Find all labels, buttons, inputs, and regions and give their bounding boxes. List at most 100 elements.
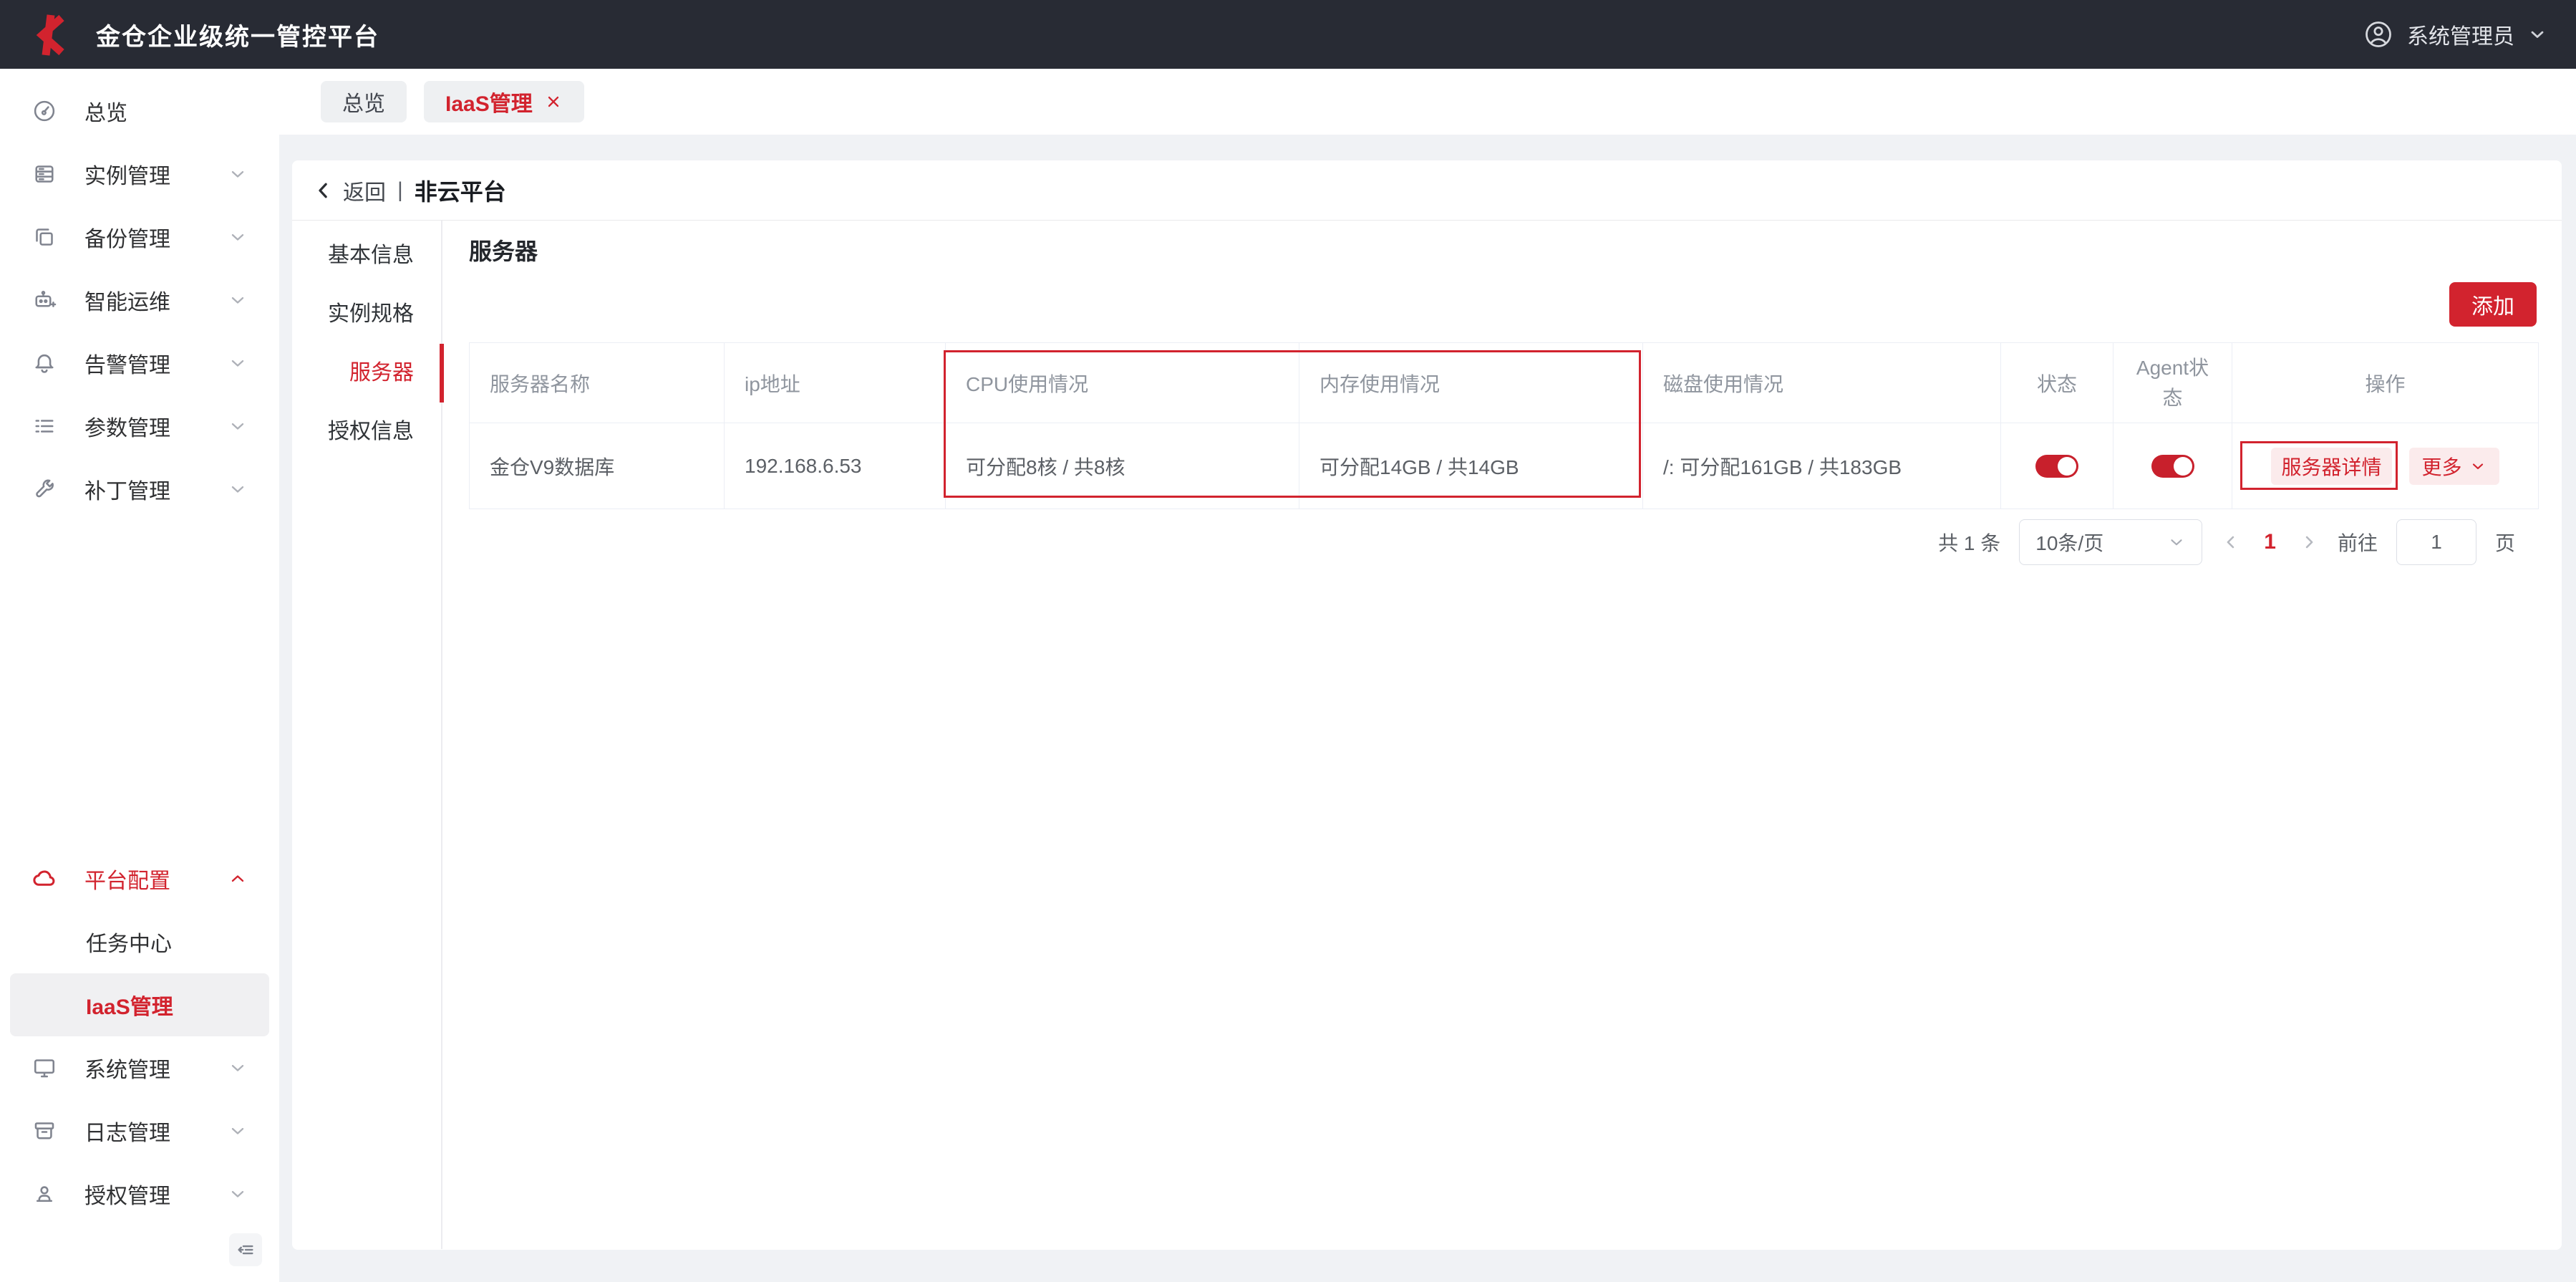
col-ip: ip地址 (725, 343, 946, 423)
table-row: 金仓V9数据库 192.168.6.53 可分配8核 / 共8核 可分配14GB… (470, 423, 2539, 509)
user-menu[interactable]: 系统管理员 (2363, 19, 2547, 50)
server-table: 服务器名称 ip地址 CPU使用情况 内存使用情况 磁盘使用情况 状态 Agen… (469, 342, 2539, 509)
chevron-left-icon (313, 180, 334, 201)
sidebar-item-smart-ops[interactable]: 智能运维 (0, 269, 279, 332)
sidebar-item-overview[interactable]: 总览 (0, 79, 279, 143)
detail-nav-item-instance-spec[interactable]: 实例规格 (292, 285, 441, 344)
page-size-select[interactable]: 10条/页 (2019, 519, 2202, 565)
card-body: 基本信息 实例规格 服务器 授权信息 服务器 添加 (292, 221, 2562, 1249)
chevron-down-icon (228, 1184, 248, 1204)
col-server-name: 服务器名称 (470, 343, 725, 423)
collapse-sidebar-icon (235, 1239, 256, 1261)
page-number-1[interactable]: 1 (2260, 530, 2280, 554)
detail-nav-item-license-info[interactable]: 授权信息 (292, 403, 441, 461)
sidebar-item-parameters[interactable]: 参数管理 (0, 395, 279, 458)
sidebar-subitem-iaas[interactable]: IaaS管理 (10, 973, 269, 1036)
server-section: 服务器 添加 服务器名称 (442, 221, 2562, 1249)
back-link[interactable]: 返回 (313, 175, 386, 206)
sidebar-subitem-label: IaaS管理 (86, 989, 173, 1021)
page-size-value: 10条/页 (2035, 528, 2103, 556)
chevron-down-icon (228, 353, 248, 373)
more-button-label: 更多 (2422, 452, 2462, 481)
chevron-down-icon (228, 1058, 248, 1078)
chevron-down-icon (228, 164, 248, 184)
collapse-sidebar-button[interactable] (229, 1233, 262, 1266)
sidebar-subitem-task-center[interactable]: 任务中心 (0, 910, 279, 973)
sidebar-item-label: 授权管理 (84, 1178, 170, 1210)
layout: 总览 实例管理 备份管理 (0, 69, 2576, 1282)
sidebar-subitem-label: 任务中心 (86, 926, 172, 958)
cell-cpu: 可分配8核 / 共8核 (946, 423, 1299, 509)
tabstrip: 总览 IaaS管理 (279, 69, 2576, 135)
chevron-down-icon (228, 290, 248, 310)
chevron-down-icon (228, 1121, 248, 1141)
tab-label: 总览 (342, 86, 385, 117)
system-management-icon (32, 1055, 57, 1081)
close-icon[interactable] (544, 92, 563, 111)
authorization-management-icon (32, 1181, 57, 1207)
goto-label: 前往 (2338, 528, 2378, 556)
cell-disk: /: 可分配161GB / 共183GB (1643, 423, 2001, 509)
backup-management-icon (32, 224, 57, 250)
patch-management-icon (32, 476, 57, 502)
sidebar-item-label: 备份管理 (84, 221, 170, 253)
server-detail-button[interactable]: 服务器详情 (2271, 448, 2391, 485)
cell-ip: 192.168.6.53 (725, 423, 946, 509)
app-root: 金仓企业级统一管控平台 系统管理员 总览 (0, 0, 2576, 1282)
agent-status-toggle[interactable] (2151, 455, 2194, 478)
total-count: 共 1 条 (1938, 528, 2000, 556)
next-page-icon[interactable] (2299, 532, 2319, 552)
sidebar-item-alerts[interactable]: 告警管理 (0, 332, 279, 395)
sidebar-menu: 总览 实例管理 备份管理 (0, 69, 279, 1225)
status-toggle[interactable] (2035, 455, 2078, 478)
tab-iaas[interactable]: IaaS管理 (424, 81, 584, 122)
col-memory-usage: 内存使用情况 (1299, 343, 1643, 423)
parameter-management-icon (32, 413, 57, 439)
chevron-down-icon (228, 416, 248, 436)
col-agent-status: Agent状态 (2113, 343, 2232, 423)
goto-page-input[interactable] (2396, 519, 2476, 565)
sidebar-item-backup[interactable]: 备份管理 (0, 206, 279, 269)
col-cpu-usage: CPU使用情况 (946, 343, 1299, 423)
sidebar-item-label: 参数管理 (84, 410, 170, 442)
platform-config-icon (32, 866, 57, 892)
sidebar-item-label: 告警管理 (84, 347, 170, 379)
page-title: 非云平台 (415, 174, 506, 207)
kingbase-logo-icon (29, 11, 74, 58)
content-card: 返回 | 非云平台 基本信息 实例规格 服务器 授权信息 服务器 (292, 160, 2562, 1250)
sidebar-item-authorization[interactable]: 授权管理 (0, 1162, 279, 1225)
cell-server-name: 金仓V9数据库 (470, 423, 725, 509)
add-server-button[interactable]: 添加 (2449, 282, 2537, 327)
main-area: 总览 IaaS管理 返回 | (279, 69, 2576, 1282)
sidebar-item-instances[interactable]: 实例管理 (0, 143, 279, 206)
chevron-down-icon (2527, 24, 2547, 44)
user-name: 系统管理员 (2407, 19, 2514, 50)
sidebar-item-logs[interactable]: 日志管理 (0, 1099, 279, 1162)
chevron-down-icon (2469, 458, 2487, 475)
log-management-icon (32, 1118, 57, 1144)
detail-nav-item-basic-info[interactable]: 基本信息 (292, 226, 441, 285)
chevron-down-icon (228, 479, 248, 499)
sidebar-item-label: 智能运维 (84, 284, 170, 316)
active-nav-indicator (440, 344, 444, 403)
toolbar: 添加 (469, 282, 2537, 327)
dashboard-icon (32, 98, 57, 124)
app-title: 金仓企业级统一管控平台 (96, 17, 379, 52)
prev-page-icon[interactable] (2221, 532, 2241, 552)
page-unit-label: 页 (2495, 528, 2515, 556)
sidebar-item-platform-config[interactable]: 平台配置 (0, 847, 279, 910)
user-avatar-icon (2363, 19, 2394, 50)
detail-nav-item-server[interactable]: 服务器 (292, 344, 441, 403)
sidebar: 总览 实例管理 备份管理 (0, 69, 279, 1282)
page-header: 返回 | 非云平台 (292, 160, 2562, 221)
more-button[interactable]: 更多 (2409, 448, 2499, 485)
breadcrumb-separator: | (397, 178, 403, 203)
instance-management-icon (32, 161, 57, 187)
sidebar-item-system[interactable]: 系统管理 (0, 1036, 279, 1099)
sidebar-item-label: 总览 (84, 95, 127, 127)
tab-overview[interactable]: 总览 (321, 81, 407, 122)
sidebar-item-label: 平台配置 (84, 863, 170, 895)
sidebar-item-patches[interactable]: 补丁管理 (0, 458, 279, 521)
row-actions: 服务器详情 更多 (2232, 448, 2538, 485)
chevron-down-icon (228, 227, 248, 247)
